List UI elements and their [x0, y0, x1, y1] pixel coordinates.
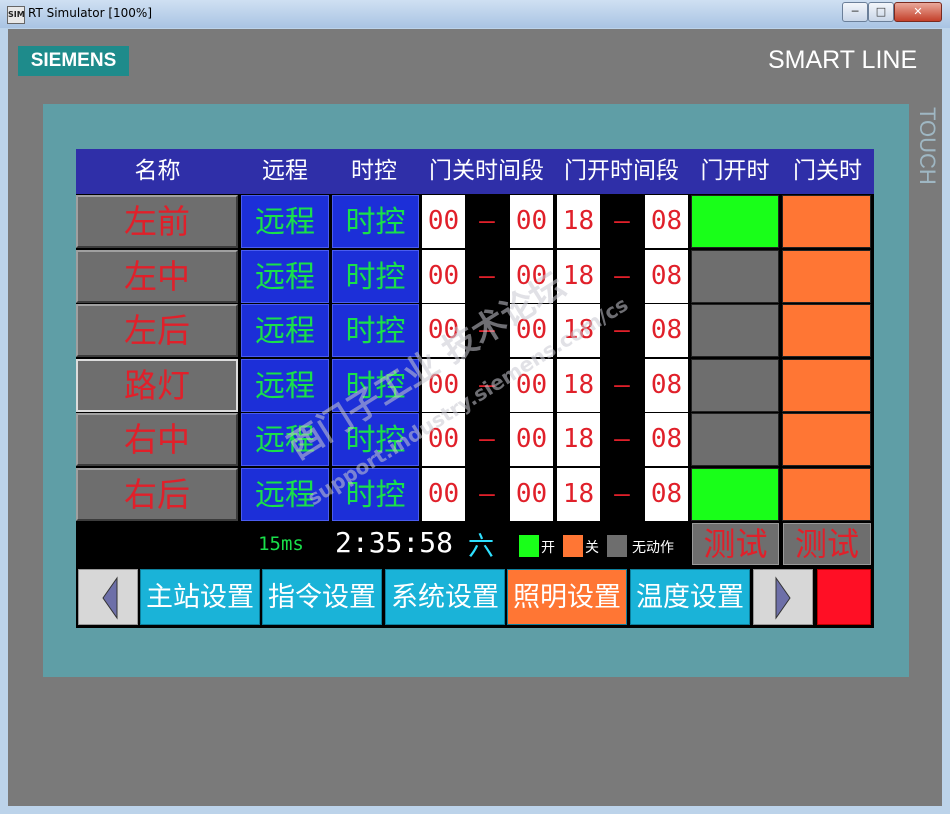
header-0: 名称 [76, 149, 239, 194]
close-start-field[interactable]: 00 [422, 195, 465, 248]
header-3: 门关时间段 [419, 149, 554, 194]
nav-master-button[interactable]: 主站设置 [140, 569, 260, 625]
timer-button[interactable]: 时控 [332, 249, 419, 303]
left-arrow-icon [102, 576, 118, 620]
open-start-field[interactable]: 18 [557, 358, 600, 412]
timer-button[interactable]: 时控 [332, 195, 419, 248]
close-start-field[interactable]: 00 [422, 249, 465, 303]
panel-frame: SIEMENS SMART LINE TOUCH 名称 远程 时控 门关时间段 门开时间… [8, 29, 942, 806]
nav-command-button[interactable]: 指令设置 [262, 569, 382, 625]
open-dash: – [614, 260, 630, 291]
name-button[interactable]: 左后 [76, 304, 238, 357]
door-open-indicator [691, 249, 779, 303]
door-close-indicator [782, 249, 871, 303]
open-end-field[interactable]: 08 [645, 249, 688, 303]
door-close-indicator [782, 413, 871, 466]
alarm-button[interactable] [817, 569, 871, 625]
door-close-indicator [782, 195, 871, 248]
door-close-indicator [782, 467, 871, 521]
remote-button[interactable]: 远程 [241, 195, 329, 248]
right-arrow-icon [775, 576, 791, 620]
header-5: 门开时 [689, 149, 781, 194]
door-close-indicator [782, 358, 871, 412]
name-button[interactable]: 左前 [76, 195, 238, 248]
open-start-field[interactable]: 18 [557, 413, 600, 466]
open-start-field[interactable]: 18 [557, 195, 600, 248]
door-open-indicator [691, 195, 779, 248]
close-end-field[interactable]: 00 [510, 467, 553, 521]
open-dash: – [614, 478, 630, 509]
close-end-field[interactable]: 00 [510, 413, 553, 466]
minimize-button[interactable]: ─ [842, 2, 868, 22]
legend-label: 关 [585, 540, 599, 556]
close-dash: – [479, 478, 495, 509]
open-end-field[interactable]: 08 [645, 304, 688, 357]
name-button[interactable]: 路灯 [76, 358, 238, 412]
hmi-screen: 名称 远程 时控 门关时间段 门开时间段 门开时 门关时 左前 远程 时控 00–00 18–08 左中… [76, 149, 874, 628]
panel-model: SMART LINE [768, 46, 918, 74]
siemens-logo: SIEMENS [18, 46, 129, 76]
door-open-indicator [691, 413, 779, 466]
door-close-indicator [782, 304, 871, 357]
close-end-field[interactable]: 00 [510, 195, 553, 248]
nav-lighting-button[interactable]: 照明设置 [507, 569, 627, 625]
window-title: RT Simulator [100%] [28, 6, 153, 20]
open-start-field[interactable]: 18 [557, 467, 600, 521]
legend-label: 无动作 [632, 540, 674, 556]
name-button[interactable]: 左中 [76, 249, 238, 303]
close-button[interactable]: ✕ [894, 2, 942, 22]
close-dash: – [479, 206, 495, 236]
open-end-field[interactable]: 08 [645, 195, 688, 248]
legend-swatch [607, 535, 627, 557]
test-open-button[interactable]: 测试 [692, 523, 779, 565]
clock: 2:35:58 [334, 526, 453, 559]
legend-swatch [563, 535, 583, 557]
open-dash: – [614, 206, 630, 236]
name-button[interactable]: 右后 [76, 467, 238, 521]
screen-bezel: 名称 远程 时控 门关时间段 门开时间段 门开时 门关时 左前 远程 时控 00–00 18–08 左中… [43, 104, 909, 677]
nav-system-button[interactable]: 系统设置 [385, 569, 505, 625]
legend-swatch [519, 535, 539, 557]
header-1: 远程 [239, 149, 331, 194]
cycle-time: 15ms [258, 533, 304, 555]
open-end-field[interactable]: 08 [645, 358, 688, 412]
header-2: 时控 [329, 149, 419, 194]
close-dash: – [479, 424, 495, 454]
door-open-indicator [691, 467, 779, 521]
test-close-button[interactable]: 测试 [783, 523, 871, 565]
open-end-field[interactable]: 08 [645, 467, 688, 521]
simulator-window: SIM RT Simulator [100%] ─ □ ✕ SIEMENS SM… [0, 0, 950, 814]
door-open-indicator [691, 304, 779, 357]
open-dash: – [614, 424, 630, 454]
nav-prev-button[interactable] [78, 569, 138, 625]
door-open-indicator [691, 358, 779, 412]
legend-label: 开 [541, 540, 555, 556]
weekday: 六 [467, 532, 494, 562]
header-6: 门关时 [781, 149, 874, 194]
maximize-button[interactable]: □ [868, 2, 894, 22]
nav-temperature-button[interactable]: 温度设置 [630, 569, 750, 625]
close-start-field[interactable]: 00 [422, 467, 465, 521]
siemens-app-icon: SIM [7, 6, 25, 24]
title-bar[interactable]: SIM RT Simulator [100%] ─ □ ✕ [0, 0, 950, 28]
remote-button[interactable]: 远程 [241, 249, 329, 303]
nav-next-button[interactable] [753, 569, 813, 625]
name-button[interactable]: 右中 [76, 413, 238, 466]
open-end-field[interactable]: 08 [645, 413, 688, 466]
touch-label: TOUCH [915, 107, 940, 185]
remote-button[interactable]: 远程 [241, 304, 329, 357]
open-dash: – [614, 369, 630, 400]
header-4: 门开时间段 [554, 149, 689, 194]
